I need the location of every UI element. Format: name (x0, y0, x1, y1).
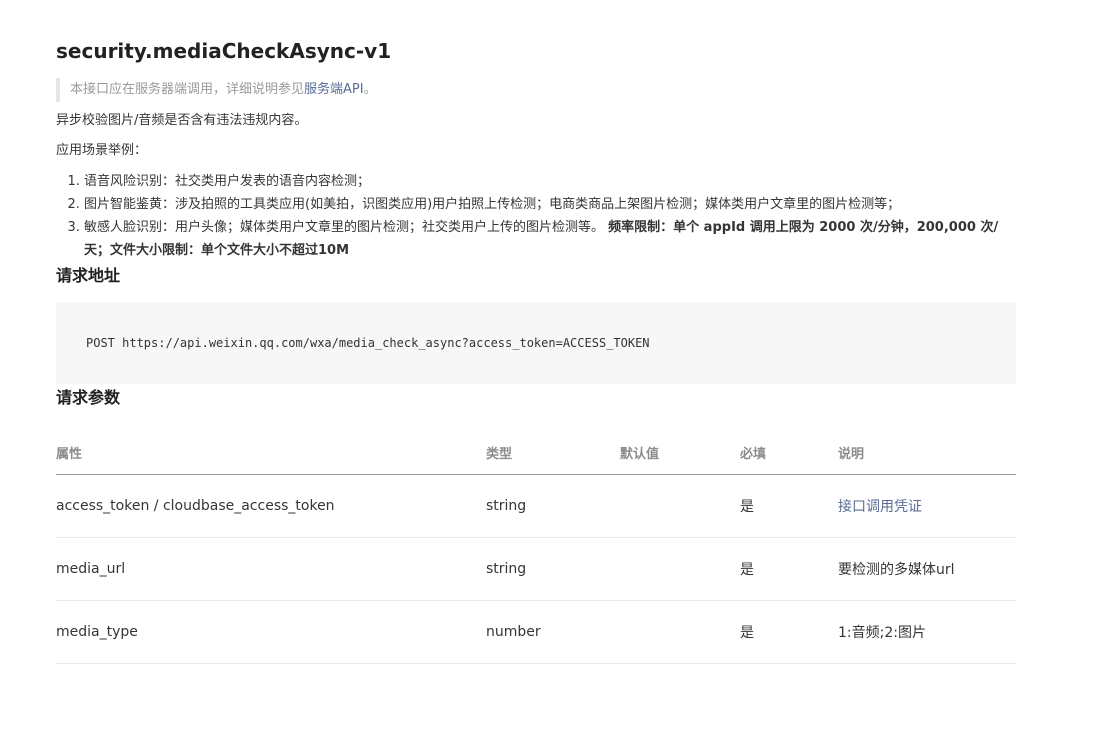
param-name: access_token / cloudbase_access_token (56, 474, 486, 538)
table-row: access_token / cloudbase_access_token st… (56, 474, 1016, 538)
intro-text: 异步校验图片/音频是否含有违法违规内容。 (56, 113, 308, 128)
server-api-link[interactable]: 服务端API (304, 82, 364, 97)
scenarios-label: 应用场景举例： (56, 143, 148, 158)
param-type: string (486, 537, 620, 601)
param-default (620, 537, 740, 601)
list-item: 语音风险识别：社交类用户发表的语音内容检测； (84, 170, 1016, 193)
doc-page: security.mediaCheckAsync-v1 本接口应在服务器端调用，… (56, 0, 1016, 664)
access-token-link[interactable]: 接口调用凭证 (838, 499, 922, 515)
server-call-note: 本接口应在服务器端调用，详细说明参见服务端API。 (56, 78, 1016, 102)
note-suffix: 。 (363, 82, 377, 97)
request-params-heading: 请求参数 (56, 388, 121, 407)
params-table: 属性 类型 默认值 必填 说明 access_token / cloudbase… (56, 430, 1016, 664)
param-type: number (486, 600, 620, 664)
param-required: 是 (740, 600, 838, 664)
param-desc: 要检测的多媒体url (838, 537, 1016, 601)
column-header-desc: 说明 (838, 430, 1016, 475)
note-text: 本接口应在服务器端调用，详细说明参见 (70, 82, 305, 97)
request-url-heading: 请求地址 (56, 266, 121, 285)
param-required: 是 (740, 537, 838, 601)
param-default (620, 474, 740, 538)
scenario-list: 语音风险识别：社交类用户发表的语音内容检测； 图片智能鉴黄：涉及拍照的工具类应用… (56, 170, 1016, 262)
param-required: 是 (740, 474, 838, 538)
param-desc: 1:音频;2:图片 (838, 600, 1016, 664)
column-header-default: 默认值 (620, 430, 740, 475)
page-title: security.mediaCheckAsync-v1 (56, 39, 392, 63)
table-header-row: 属性 类型 默认值 必填 说明 (56, 430, 1016, 475)
table-row: media_url string 是 要检测的多媒体url (56, 537, 1016, 601)
column-header-required: 必填 (740, 430, 838, 475)
request-url-code: POST https://api.weixin.qq.com/wxa/media… (86, 336, 650, 350)
param-name: media_url (56, 537, 486, 601)
param-default (620, 600, 740, 664)
param-desc-cell: 接口调用凭证 (838, 474, 1016, 538)
column-header-type: 类型 (486, 430, 620, 475)
list-item: 图片智能鉴黄：涉及拍照的工具类应用(如美拍，识图类应用)用户拍照上传检测；电商类… (84, 193, 1016, 216)
column-header-name: 属性 (56, 430, 486, 475)
table-row: media_type number 是 1:音频;2:图片 (56, 600, 1016, 664)
request-code-block: POST https://api.weixin.qq.com/wxa/media… (56, 302, 1016, 384)
list-item: 敏感人脸识别：用户头像；媒体类用户文章里的图片检测；社交类用户上传的图片检测等。… (84, 216, 1016, 262)
param-type: string (486, 474, 620, 538)
param-name: media_type (56, 600, 486, 664)
